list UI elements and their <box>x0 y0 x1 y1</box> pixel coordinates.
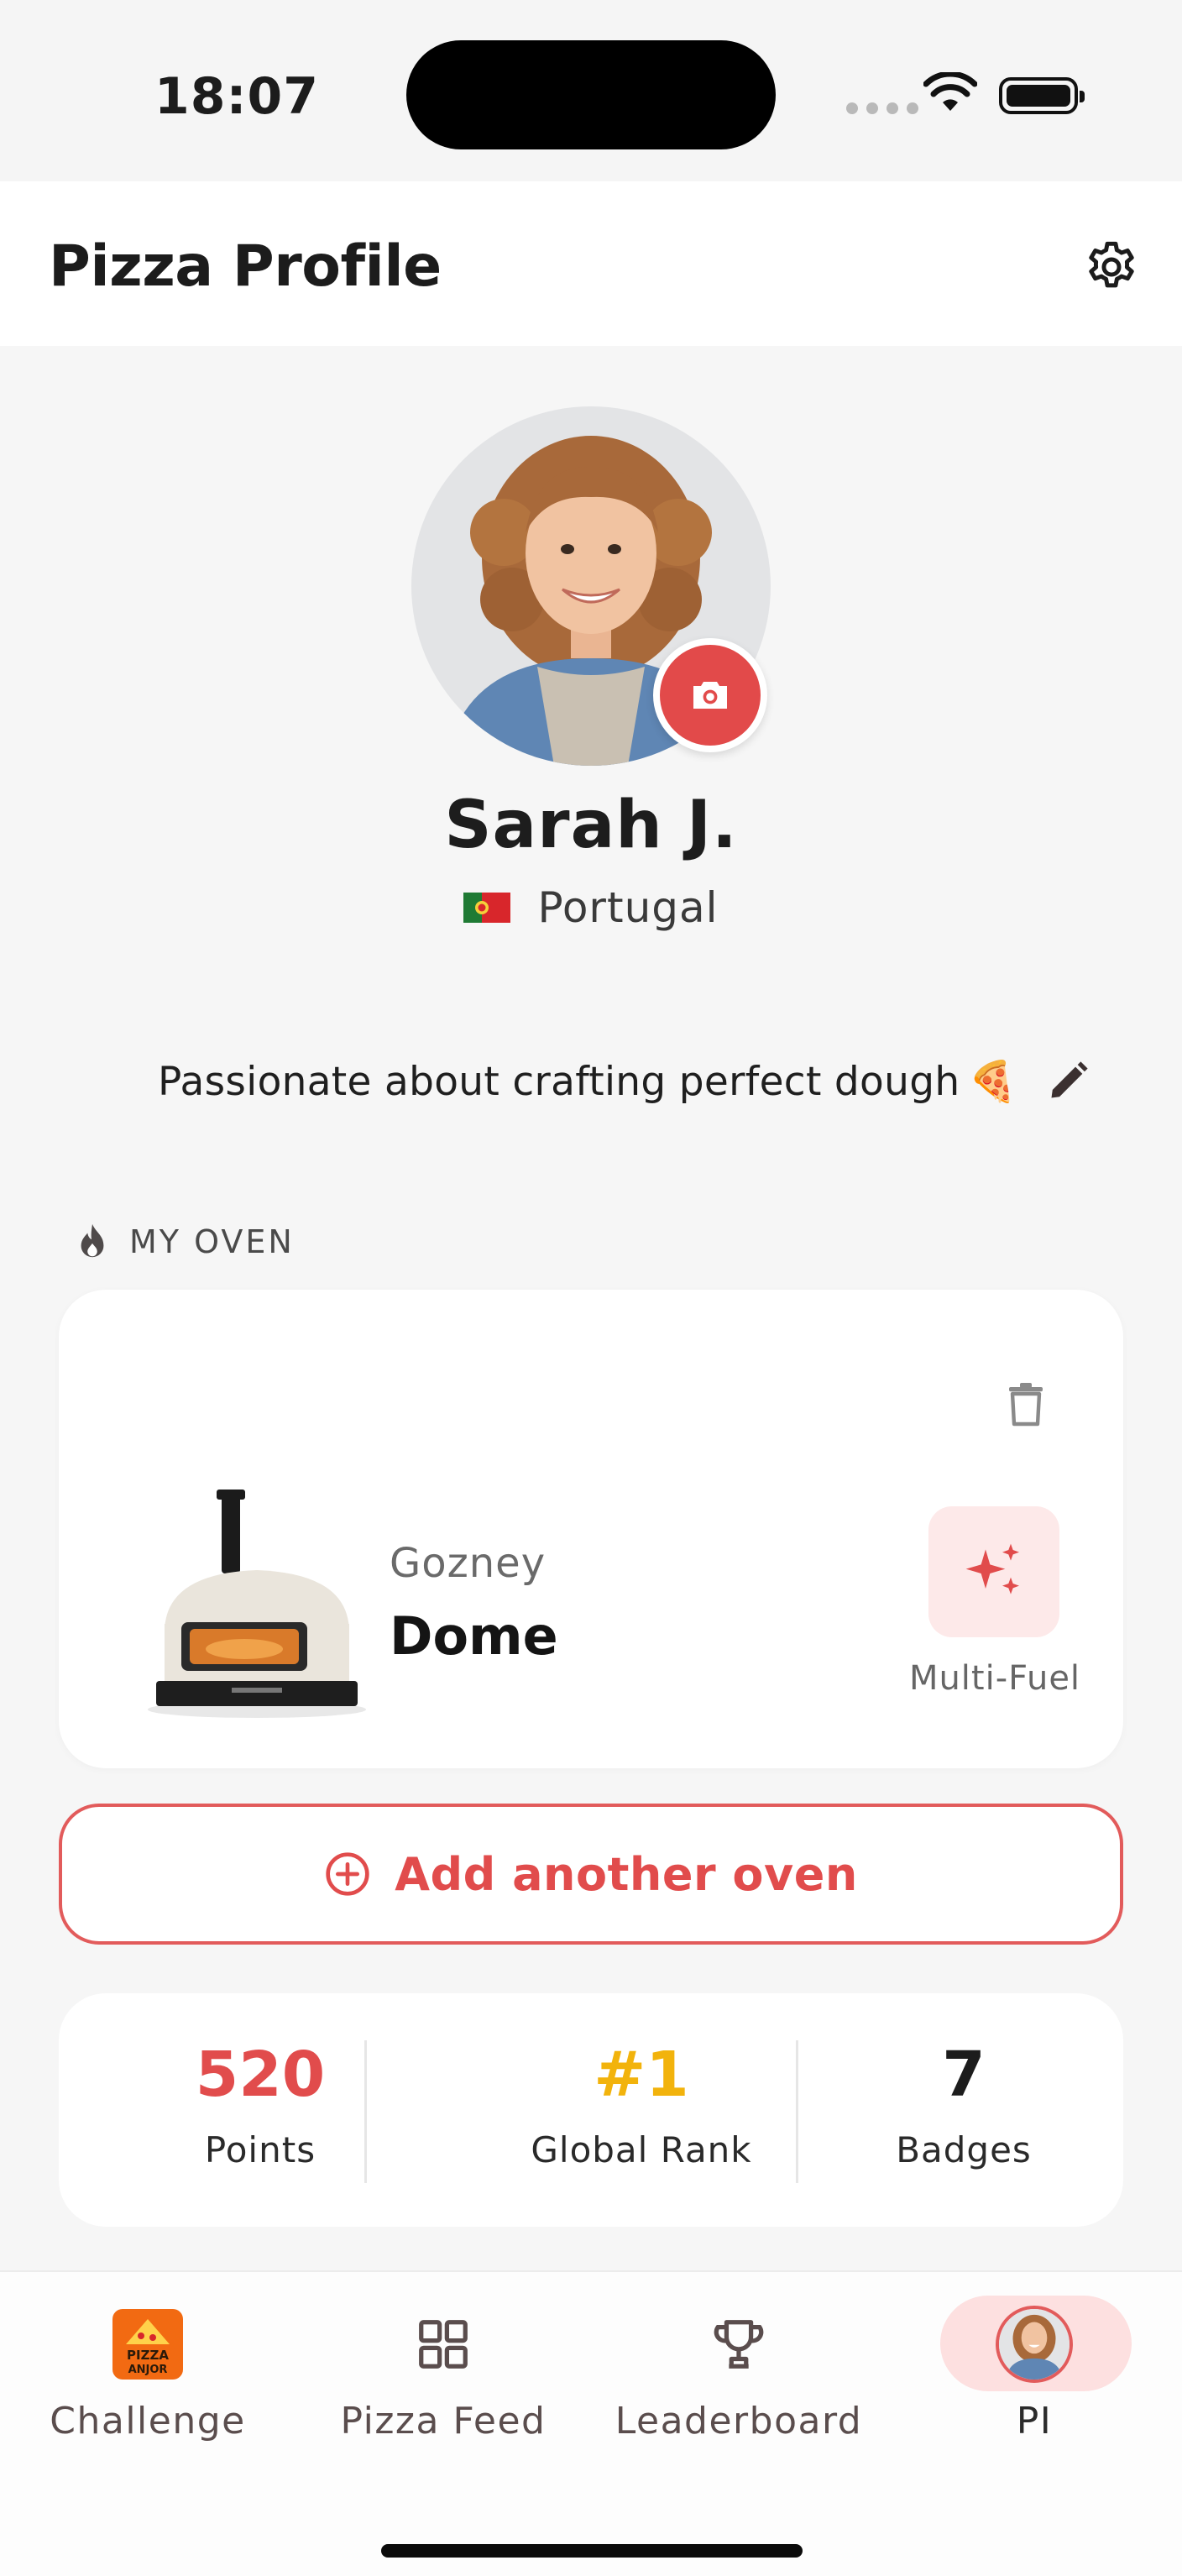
pencil-icon <box>1051 1061 1088 1098</box>
profile-avatar-container <box>411 406 771 766</box>
add-oven-label: Add another oven <box>395 1847 858 1901</box>
nav-item-profile[interactable]: PI <box>886 2272 1182 2474</box>
nav-label-leaderboard: Leaderboard <box>615 2400 863 2442</box>
oven-brand: Gozney <box>390 1540 547 1587</box>
fuel-type-badge <box>928 1506 1059 1637</box>
flame-icon <box>81 1223 104 1258</box>
stat-divider <box>796 2040 798 2183</box>
location-row: Portugal <box>0 883 1182 932</box>
oven-model: Dome <box>390 1605 558 1667</box>
camera-icon <box>693 682 727 709</box>
bottom-nav: PIZZA ANJOR Challenge Pizza Feed Leaderb… <box>0 2270 1182 2576</box>
badges-label: Badges <box>896 2129 1032 2170</box>
edit-bio-button[interactable] <box>1041 1055 1095 1108</box>
my-oven-label: MY OVEN <box>129 1223 295 1260</box>
stat-divider <box>364 2040 367 2183</box>
badges-stat[interactable]: 7 Badges <box>821 2044 1106 2170</box>
cellular-signal-icon <box>846 102 918 114</box>
status-time: 18:07 <box>154 67 319 126</box>
plus-circle-icon <box>326 1852 369 1896</box>
delete-oven-button[interactable] <box>992 1370 1059 1437</box>
oven-card[interactable]: Gozney Dome Multi-Fuel <box>59 1290 1123 1768</box>
wifi-icon <box>923 72 977 111</box>
home-indicator <box>381 2544 803 2558</box>
avatar-icon <box>992 2302 1076 2386</box>
my-oven-section-header: MY OVEN <box>76 1223 295 1261</box>
app-header: Pizza Profile <box>0 181 1182 346</box>
change-photo-button[interactable] <box>653 638 767 752</box>
trash-icon <box>1009 1383 1043 1427</box>
nav-item-leaderboard[interactable]: Leaderboard <box>591 2272 886 2474</box>
gear-icon <box>1089 241 1134 288</box>
trophy-icon <box>697 2302 781 2386</box>
oven-image <box>148 1490 366 1718</box>
challenge-logo-icon: PIZZA ANJOR <box>106 2302 190 2386</box>
challenge-logo-text-2: ANJOR <box>128 2364 168 2376</box>
nav-item-challenge[interactable]: PIZZA ANJOR Challenge <box>0 2272 296 2474</box>
fuel-type-label: Multi-Fuel <box>908 1659 1081 1698</box>
status-bar: 18:07 <box>0 0 1182 181</box>
nav-item-pizza-feed[interactable]: Pizza Feed <box>296 2272 591 2474</box>
battery-icon <box>999 77 1085 114</box>
page-title: Pizza Profile <box>49 233 442 300</box>
dynamic-island <box>406 40 776 149</box>
stats-card: 520 Points #1 Global Rank 7 Badges <box>59 1993 1123 2227</box>
nav-label-pizza-feed: Pizza Feed <box>340 2400 547 2442</box>
sparkles-icon <box>965 1543 1019 1594</box>
bio-text: Passionate about crafting perfect dough <box>158 1058 960 1105</box>
user-name: Sarah J. <box>444 788 738 863</box>
nav-label-profile: PI <box>1016 2400 1053 2442</box>
nav-label-challenge: Challenge <box>50 2400 246 2442</box>
country-label: Portugal <box>537 883 719 932</box>
bio-row: Passionate about crafting perfect dough … <box>158 1055 1095 1108</box>
settings-button[interactable] <box>1078 233 1145 301</box>
challenge-logo-text-1: PIZZA <box>127 2348 169 2363</box>
add-oven-button[interactable]: Add another oven <box>59 1804 1123 1945</box>
nav-avatar <box>996 2306 1073 2383</box>
pizza-emoji: 🍕 <box>968 1058 1018 1105</box>
grid-icon <box>401 2302 485 2386</box>
badges-value: 7 <box>942 2039 986 2111</box>
portugal-flag-icon <box>463 893 511 923</box>
